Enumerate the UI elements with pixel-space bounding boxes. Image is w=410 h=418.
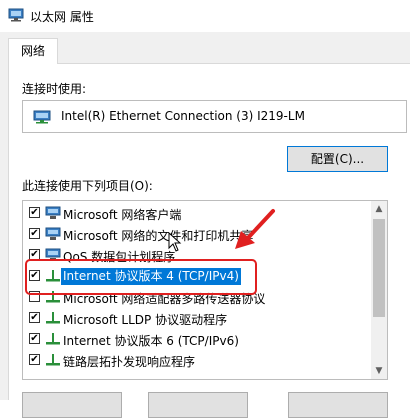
network-client-icon [45, 227, 61, 240]
list-item-label: Microsoft 网络客户端 [63, 208, 182, 222]
install-button[interactable] [22, 392, 122, 418]
list-item[interactable]: ✔ 链路层拓扑发现响应程序 [23, 350, 369, 371]
annotation-arrow-icon [235, 209, 275, 249]
checkbox-checked[interactable]: ✔ [29, 228, 40, 239]
title-bar: 以太网 属性 [0, 0, 410, 32]
protocol-icon [46, 333, 60, 345]
checkbox-checked[interactable]: ✔ [29, 333, 40, 344]
network-adapter-icon [8, 8, 24, 22]
scroll-up-icon[interactable]: ▲ [371, 201, 387, 217]
list-item-label: Microsoft LLDP 协议驱动程序 [63, 313, 228, 327]
list-item[interactable]: ✔ Internet 协议版本 6 (TCP/IPv6) [23, 329, 369, 350]
tab-network[interactable]: 网络 [8, 38, 58, 64]
properties-button[interactable] [288, 392, 388, 418]
list-item[interactable]: ✔ Microsoft 网络的文件和打印机共享 [23, 224, 369, 245]
protocol-icon [46, 312, 60, 324]
network-adapter-icon [33, 110, 51, 124]
network-client-icon [45, 206, 61, 219]
list-item-label: Internet 协议版本 6 (TCP/IPv6) [63, 334, 239, 348]
checkbox-checked[interactable]: ✔ [29, 312, 40, 323]
checkbox-checked[interactable]: ✔ [29, 354, 40, 365]
list-item[interactable]: ✔ Microsoft 网络客户端 [23, 203, 369, 224]
mouse-cursor-icon [168, 232, 182, 252]
scroll-thumb[interactable] [373, 219, 385, 317]
checkbox-checked[interactable]: ✔ [29, 207, 40, 218]
protocol-icon [46, 354, 60, 366]
adapter-field: Intel(R) Ethernet Connection (3) I219-LM [22, 100, 407, 133]
configure-button[interactable]: 配置(C)... [287, 146, 388, 172]
adapter-name: Intel(R) Ethernet Connection (3) I219-LM [61, 109, 305, 123]
uninstall-button[interactable] [148, 392, 248, 418]
window-title: 以太网 属性 [30, 10, 94, 24]
scroll-down-icon[interactable]: ▼ [371, 363, 387, 379]
list-item[interactable]: ✔ Microsoft LLDP 协议驱动程序 [23, 308, 369, 329]
annotation-highlight-box [25, 259, 257, 295]
items-label: 此连接使用下列项目(O): [22, 179, 153, 193]
list-scrollbar[interactable]: ▲ ▼ [371, 201, 387, 379]
connect-using-label: 连接时使用: [22, 82, 87, 96]
list-item-label: 链路层拓扑发现响应程序 [63, 355, 196, 369]
